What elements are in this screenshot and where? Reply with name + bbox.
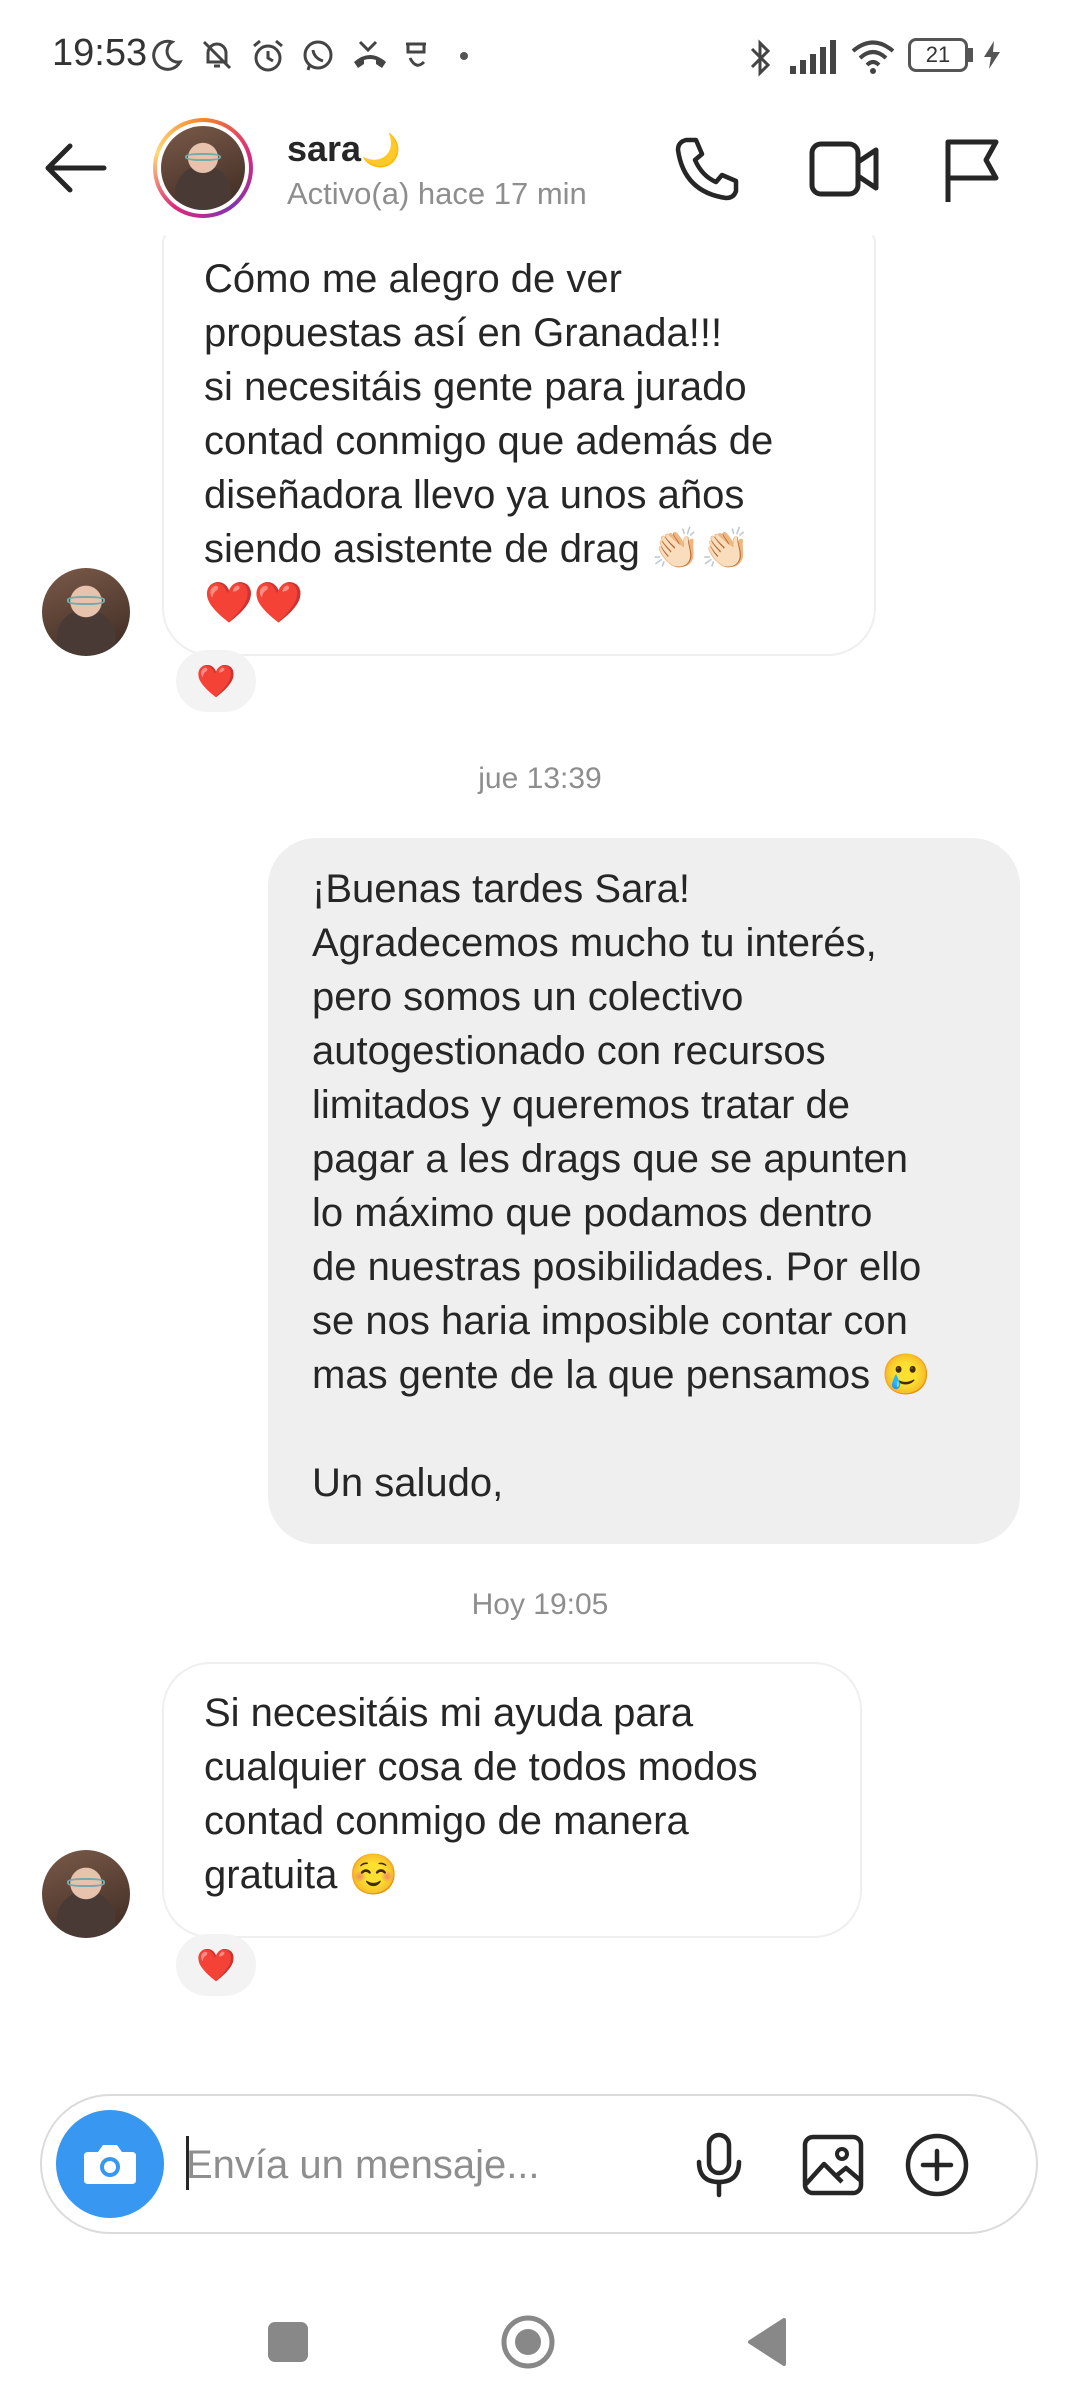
more-notifications-dot bbox=[460, 52, 468, 60]
timestamp-divider: Hoy 19:05 bbox=[471, 1588, 609, 1621]
message-line: autogestionado con recursos bbox=[312, 1029, 826, 1073]
message-line: cualquier cosa de todos modos bbox=[204, 1745, 758, 1789]
microphone-icon[interactable] bbox=[694, 2132, 744, 2198]
message-line: Un saludo, bbox=[312, 1461, 504, 1505]
video-call-icon[interactable] bbox=[808, 138, 880, 200]
system-nav-bar bbox=[0, 2290, 1080, 2400]
battery-indicator: 21 bbox=[908, 38, 968, 72]
recents-icon[interactable] bbox=[268, 2322, 308, 2362]
message-composer bbox=[40, 2094, 1038, 2234]
message-input[interactable] bbox=[184, 2126, 568, 2204]
battery-tip bbox=[968, 48, 973, 62]
moon-emoji: 🌙 bbox=[361, 132, 401, 168]
bluetooth-icon bbox=[750, 39, 771, 77]
camera-icon bbox=[84, 2145, 136, 2184]
message-line: si necesitáis gente para jurado bbox=[204, 365, 747, 409]
home-icon[interactable] bbox=[500, 2314, 556, 2370]
gallery-icon[interactable] bbox=[802, 2134, 864, 2196]
message-line: mas gente de la que pensamos 🥲 bbox=[312, 1353, 932, 1397]
charging-bolt-icon bbox=[984, 41, 1000, 69]
contact-name[interactable]: sara🌙 bbox=[287, 128, 401, 170]
back-icon[interactable] bbox=[744, 2316, 788, 2368]
signal-icon bbox=[790, 40, 836, 74]
back-arrow-icon[interactable] bbox=[42, 140, 108, 196]
heart-reaction[interactable]: ❤️ bbox=[176, 650, 256, 712]
message-line: pagar a les drags que se apunten bbox=[312, 1137, 908, 1181]
sender-avatar[interactable] bbox=[42, 568, 130, 656]
bell-off-icon bbox=[202, 40, 232, 70]
contact-name-text: sara bbox=[287, 128, 362, 169]
timestamp-divider: jue 13:39 bbox=[478, 762, 602, 795]
incoming-message-bubble[interactable]: Si necesitáis mi ayuda para cualquier co… bbox=[162, 1662, 862, 1938]
incoming-message-bubble[interactable]: Cómo me alegro de ver propuestas así en … bbox=[162, 232, 876, 656]
missed-call-icon bbox=[354, 40, 386, 68]
message-line: gratuita ☺️ bbox=[204, 1853, 399, 1897]
message-line: ¡Buenas tardes Sara! bbox=[312, 867, 690, 911]
alarm-icon bbox=[253, 39, 283, 72]
message-line: ❤️❤️ bbox=[204, 581, 304, 625]
message-line: Si necesitáis mi ayuda para bbox=[204, 1691, 694, 1735]
status-time: 19:53 bbox=[52, 32, 148, 74]
whatsapp-icon bbox=[303, 40, 333, 71]
message-line: se nos haria imposible contar con bbox=[312, 1299, 908, 1343]
message-line: limitados y queremos tratar de bbox=[312, 1083, 851, 1127]
moon-icon bbox=[152, 39, 183, 71]
outgoing-message-bubble[interactable]: ¡Buenas tardes Sara! Agradecemos mucho t… bbox=[268, 838, 1020, 1544]
message-line: contad conmigo de manera bbox=[204, 1799, 689, 1843]
message-line: de nuestras posibilidades. Por ello bbox=[312, 1245, 922, 1289]
heart-reaction[interactable]: ❤️ bbox=[176, 1934, 256, 1996]
camera-button[interactable] bbox=[56, 2110, 164, 2218]
activity-status: Activo(a) hace 17 min bbox=[287, 176, 587, 211]
message-line bbox=[312, 1402, 976, 1456]
message-line: contad conmigo que además de bbox=[204, 419, 774, 463]
message-line: lo máximo que podamos dentro bbox=[312, 1191, 873, 1235]
sender-avatar[interactable] bbox=[42, 1850, 130, 1938]
chat-header: sara🌙 Activo(a) hace 17 min bbox=[0, 110, 1080, 250]
phone-icon[interactable] bbox=[672, 134, 742, 204]
app-notification-icon bbox=[406, 42, 426, 67]
battery-level: 21 bbox=[925, 42, 951, 67]
profile-avatar[interactable] bbox=[161, 126, 245, 210]
message-line: pero somos un colectivo bbox=[312, 975, 744, 1019]
message-line: siendo asistente de drag 👏🏻👏🏻 bbox=[204, 527, 751, 571]
flag-icon[interactable] bbox=[942, 136, 1002, 206]
add-icon[interactable] bbox=[904, 2132, 970, 2198]
message-line: Cómo me alegro de ver bbox=[204, 257, 622, 301]
message-line: diseñadora llevo ya unos años bbox=[204, 473, 745, 517]
message-line: propuestas así en Granada!!! bbox=[204, 311, 723, 355]
status-bar: 19:53 21 bbox=[0, 0, 1080, 110]
heart-reaction-emoji: ❤️ bbox=[196, 663, 236, 699]
heart-reaction-emoji: ❤️ bbox=[196, 1947, 236, 1983]
message-line: Agradecemos mucho tu interés, bbox=[312, 921, 877, 965]
wifi-icon bbox=[851, 40, 895, 74]
